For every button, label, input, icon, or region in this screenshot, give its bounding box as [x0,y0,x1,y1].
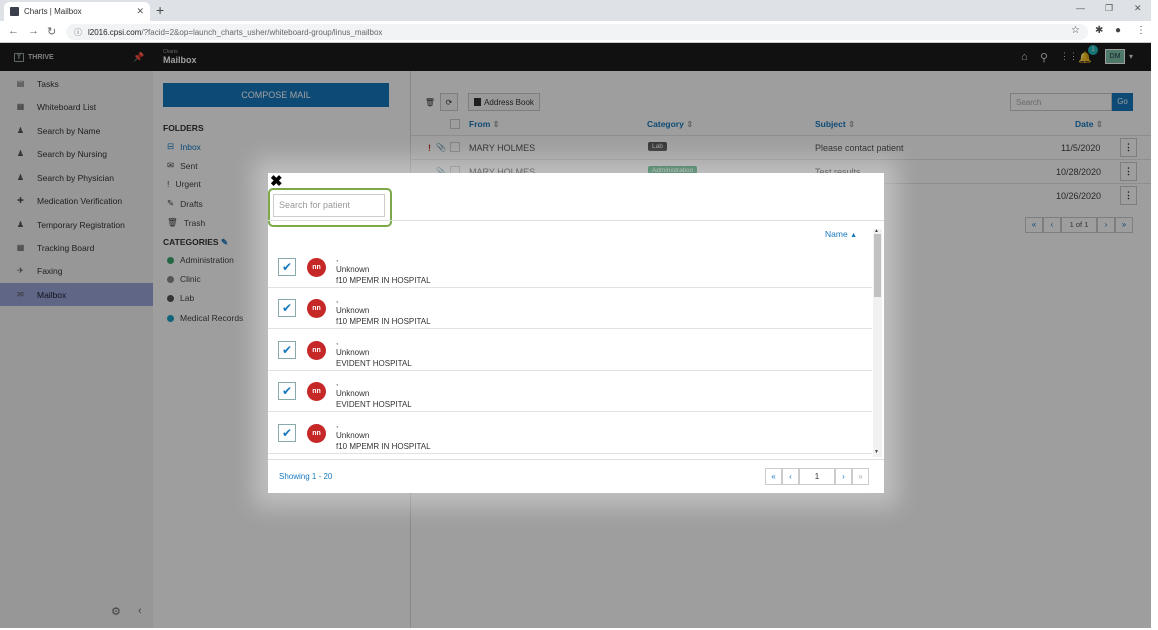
forward-icon[interactable]: → [28,25,39,37]
window-close-icon[interactable]: ✕ [1134,3,1142,14]
sort-by-name[interactable]: Name ▲ [825,229,857,239]
patient-search-dialog: ✖ Search for patient Name ▲ ✔ nn , Unknow… [268,173,884,493]
restore-icon[interactable]: ❐ [1105,3,1113,14]
list-item[interactable]: ✔ nn , Unknown f10 MPEMR IN HOSPITAL [268,413,872,454]
minimize-icon[interactable]: — [1076,3,1085,13]
profile-icon[interactable]: ● [1115,25,1121,36]
browser-tab[interactable]: Charts | Mailbox ✕ [4,2,150,21]
page-number-input[interactable]: 1 [799,468,835,485]
patient-checkbox[interactable]: ✔ [278,382,296,400]
back-icon[interactable]: ← [8,25,19,37]
patient-avatar: nn [307,258,326,277]
close-tab-icon[interactable]: ✕ [136,6,144,17]
patient-checkbox[interactable]: ✔ [278,299,296,317]
patient-name: , [336,295,339,304]
last-page-button[interactable]: » [852,468,869,485]
patient-avatar: nn [307,382,326,401]
url-field[interactable]: ⓘ l2016.cpsi.com/?facid=2&op=launch_char… [66,24,1088,40]
patient-facility: f10 MPEMR IN HOSPITAL [336,276,431,285]
patient-facility: f10 MPEMR IN HOSPITAL [336,442,431,451]
scroll-down-icon[interactable]: ▼ [874,449,879,455]
divider [268,220,884,221]
patient-checkbox[interactable]: ✔ [278,258,296,276]
extensions-icon[interactable]: ✱ [1095,25,1103,36]
search-highlight: Search for patient [268,188,392,227]
prev-page-button[interactable]: ‹ [782,468,799,485]
url-path: /?facid=2&op=launch_charts_usher/whitebo… [141,27,383,37]
patient-info: , Unknown f10 MPEMR IN HOSPITAL [336,419,431,452]
patient-status: Unknown [336,348,370,357]
patient-status: Unknown [336,306,370,315]
frame-edge [1151,0,1158,630]
patient-info: , Unknown EVIDENT HOSPITAL [336,336,412,369]
bookmark-star-icon[interactable]: ☆ [1071,25,1080,36]
modal-pager: « ‹ 1 › » [765,468,869,485]
patient-info: , Unknown f10 MPEMR IN HOSPITAL [336,253,431,286]
next-page-button[interactable]: › [835,468,852,485]
list-item[interactable]: ✔ nn , Unknown EVIDENT HOSPITAL [268,371,872,412]
patient-avatar: nn [307,424,326,443]
patient-search-input[interactable]: Search for patient [273,194,385,217]
favicon-icon [10,7,19,16]
sort-label: Name [825,229,848,239]
url-host: l2016.cpsi.com [88,27,142,37]
patient-checkbox[interactable]: ✔ [278,424,296,442]
new-tab-button[interactable]: + [156,2,164,18]
patient-status: Unknown [336,431,370,440]
patient-facility: EVIDENT HOSPITAL [336,400,412,409]
scrollbar-thumb[interactable] [874,234,881,297]
list-item[interactable]: ✔ nn , Unknown f10 MPEMR IN HOSPITAL [268,288,872,329]
patient-name: , [336,337,339,346]
list-item[interactable]: ✔ nn , Unknown EVIDENT HOSPITAL [268,330,872,371]
patient-name: , [336,378,339,387]
address-bar: ← → ↻ ⓘ l2016.cpsi.com/?facid=2&op=launc… [0,21,1158,43]
divider [268,459,884,460]
patient-status: Unknown [336,389,370,398]
patient-info: , Unknown EVIDENT HOSPITAL [336,377,412,410]
patient-avatar: nn [307,341,326,360]
tab-title: Charts | Mailbox [24,7,82,16]
showing-count: Showing 1 - 20 [279,472,333,481]
patient-list: ✔ nn , Unknown f10 MPEMR IN HOSPITAL ✔ nn … [268,247,872,457]
list-item[interactable]: ✔ nn , Unknown f10 MPEMR IN HOSPITAL [268,247,872,288]
scrollbar[interactable]: ▲ ▼ [873,228,882,457]
patient-name: , [336,254,339,263]
sort-asc-icon: ▲ [850,232,857,239]
patient-checkbox[interactable]: ✔ [278,341,296,359]
site-info-icon[interactable]: ⓘ [74,27,82,38]
patient-name: , [336,420,339,429]
patient-status: Unknown [336,265,370,274]
first-page-button[interactable]: « [765,468,782,485]
patient-avatar: nn [307,299,326,318]
patient-info: , Unknown f10 MPEMR IN HOSPITAL [336,294,431,327]
browser-menu-icon[interactable]: ⋮ [1136,25,1146,36]
browser-tab-strip: Charts | Mailbox ✕ + — ❐ ✕ [0,0,1158,21]
patient-facility: f10 MPEMR IN HOSPITAL [336,317,431,326]
patient-facility: EVIDENT HOSPITAL [336,359,412,368]
reload-icon[interactable]: ↻ [47,25,56,38]
